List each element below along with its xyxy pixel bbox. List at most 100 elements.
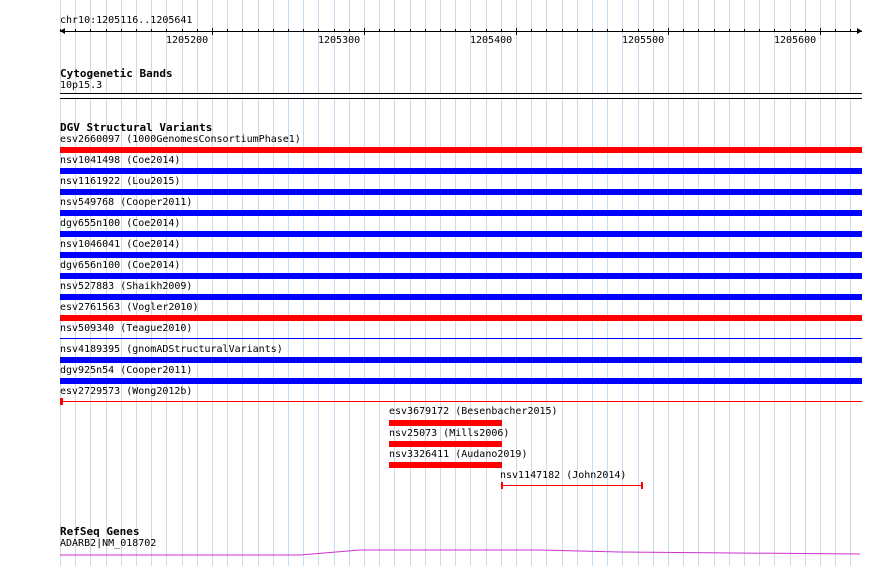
dgv-feature-label[interactable]: nsv509340 (Teague2010) [60,323,192,335]
dgv-feature-bar[interactable] [60,315,862,321]
dgv-feature-bar[interactable] [389,462,502,468]
ruler-tick [516,28,517,35]
ruler-tick [835,29,836,32]
dgv-feature-bar[interactable] [60,189,862,195]
tick-label-1205300: 1205300 [318,35,361,46]
ruler-tick [318,29,319,32]
ruler-tick [379,29,380,32]
ruler-tick [425,29,426,32]
dgv-feature-bar[interactable] [389,441,502,447]
dgv-feature-bar[interactable] [60,294,862,300]
grid-line [364,0,365,566]
dgv-feature-label[interactable]: dgv925n54 (Cooper2011) [60,365,192,377]
dgv-feature-bar[interactable] [60,168,862,174]
grid-line [470,0,471,566]
ruler-tick [151,29,152,32]
ruler-tick [440,29,441,32]
ruler-tick [546,29,547,32]
dgv-feature-label[interactable]: nsv527883 (Shaikh2009) [60,281,192,293]
refseq-gene-track[interactable] [60,546,862,558]
grid-line [349,0,350,566]
ruler-tick [698,29,699,32]
ruler-tick [744,29,745,32]
grid-line [729,0,730,566]
ruler-tick [166,29,167,32]
ruler-tick [820,28,821,35]
grid-line [714,0,715,566]
ruler-tick [683,29,684,32]
cytoband-bar[interactable] [60,93,862,99]
dgv-feature-label[interactable]: nsv1161922 (Lou2015) [60,176,180,188]
ruler-tick [805,29,806,32]
dgv-feature-label[interactable]: nsv4189395 (gnomADStructuralVariants) [60,344,283,356]
grid-line [440,0,441,566]
ruler-tick [774,29,775,32]
dgv-feature-label[interactable]: dgv655n100 (Coe2014) [60,218,180,230]
dgv-feature-label[interactable]: nsv3326411 (Audano2019) [389,449,527,461]
dgv-feature-label[interactable]: esv3679172 (Besenbacher2015) [389,406,558,418]
grid-line [774,0,775,566]
ruler-tick [60,29,61,32]
grid-line [394,0,395,566]
grid-line [653,0,654,566]
ruler-axis [60,31,862,32]
ruler-tick [790,29,791,32]
dgv-feature-label[interactable]: dgv656n100 (Coe2014) [60,260,180,272]
dgv-track-title[interactable]: DGV Structural Variants [60,122,212,134]
grid-line [410,0,411,566]
ruler-tick [303,29,304,32]
ruler-tick [668,28,669,35]
ruler-tick [364,28,365,35]
grid-line [820,0,821,566]
ruler-tick [638,29,639,32]
grid-line [227,0,228,566]
dgv-feature-bar[interactable] [501,485,643,486]
grid-line [638,0,639,566]
ruler-tick [622,29,623,32]
grid-line [790,0,791,566]
grid-line [258,0,259,566]
dgv-feature-end-tick [501,482,503,489]
dgv-feature-label[interactable]: nsv1041498 (Coe2014) [60,155,180,167]
dgv-feature-label[interactable]: nsv25073 (Mills2006) [389,428,509,440]
dgv-feature-bar[interactable] [60,210,862,216]
dgv-feature-label[interactable]: esv2660097 (1000GenomesConsortiumPhase1) [60,134,301,146]
grid-line [486,0,487,566]
ruler-tick [227,29,228,32]
ruler-tick [759,29,760,32]
grid-line [303,0,304,566]
genome-browser-view: chr10:1205116..1205641 1205200 1205300 1… [0,0,890,566]
ruler-tick [653,29,654,32]
dgv-feature-bar[interactable] [60,147,862,153]
tick-label-1205200: 1205200 [166,35,209,46]
grid-line [455,0,456,566]
ruler-tick [242,29,243,32]
grid-line [759,0,760,566]
dgv-feature-bar[interactable] [60,401,862,402]
ruler-tick [258,29,259,32]
ruler-tick [577,29,578,32]
ruler-tick [394,29,395,32]
dgv-feature-bar[interactable] [60,273,862,279]
ruler-tick [531,29,532,32]
ruler-tick [592,29,593,32]
refseq-gene-line[interactable] [60,549,861,556]
dgv-feature-label[interactable]: esv2761563 (Vogler2010) [60,302,198,314]
dgv-feature-bar[interactable] [389,420,502,426]
dgv-feature-bar[interactable] [60,338,862,339]
dgv-feature-label[interactable]: esv2729573 (Wong2012b) [60,386,192,398]
cytoband-label: 10p15.3 [60,80,103,91]
grid-line [425,0,426,566]
dgv-feature-label[interactable]: nsv1147182 (John2014) [500,470,626,482]
refseq-track-title[interactable]: RefSeq Genes [60,526,139,538]
dgv-feature-label[interactable]: nsv1046041 (Coe2014) [60,239,180,251]
dgv-feature-bar[interactable] [60,357,862,363]
dgv-feature-label[interactable]: nsv549768 (Cooper2011) [60,197,192,209]
ruler-tick [273,29,274,32]
dgv-feature-bar[interactable] [60,378,862,384]
ruler-tick [136,29,137,32]
dgv-feature-end-tick [641,482,643,489]
dgv-feature-bar[interactable] [60,231,862,237]
dgv-feature-bar[interactable] [60,252,862,258]
cytobands-track-title[interactable]: Cytogenetic Bands [60,68,173,80]
